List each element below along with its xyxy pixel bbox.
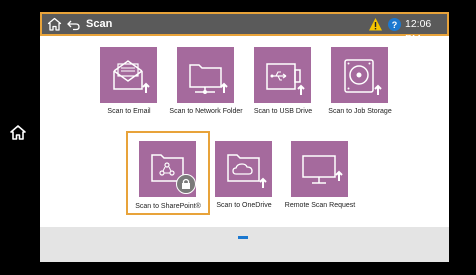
scan-to-job-storage-tile[interactable]: Scan to Job Storage: [320, 47, 400, 127]
usb-drive-icon: [266, 63, 305, 95]
scan-options-panel: Scan to Email Scan to Network Folder Sca…: [40, 36, 449, 227]
network-folder-icon: [189, 64, 228, 94]
svg-text:?: ?: [392, 20, 398, 30]
tile-label: Remote Scan Request: [284, 202, 356, 209]
warning-icon[interactable]: [368, 17, 383, 32]
lock-icon: [176, 174, 196, 194]
tile-label: Scan to Job Storage: [328, 108, 392, 115]
email-icon: [113, 60, 150, 93]
remote-scan-request-tile[interactable]: Remote Scan Request: [280, 141, 360, 221]
onedrive-icon: [227, 154, 267, 188]
scan-to-network-folder-tile[interactable]: Scan to Network Folder: [166, 47, 246, 127]
scan-to-onedrive-tile[interactable]: Scan to OneDrive: [204, 141, 284, 221]
footer-bar: [40, 227, 449, 262]
home-icon[interactable]: [9, 124, 27, 142]
scan-to-usb-drive-tile[interactable]: Scan to USB Drive: [243, 47, 323, 127]
top-bar: Scan ? 12:06 PM: [40, 12, 449, 45]
scan-screen: Scan ? 12:06 PM: [40, 12, 449, 262]
scan-to-sharepoint-tile[interactable]: Scan to SharePoint®: [126, 131, 210, 215]
scan-to-email-tile[interactable]: Scan to Email: [89, 47, 169, 127]
back-icon[interactable]: [66, 17, 81, 32]
page-indicator[interactable]: [238, 236, 248, 239]
page-title: Scan: [86, 18, 113, 30]
job-storage-icon: [344, 59, 382, 95]
home-icon[interactable]: [47, 17, 62, 32]
help-icon[interactable]: ?: [387, 17, 402, 32]
remote-scan-icon: [302, 155, 343, 184]
